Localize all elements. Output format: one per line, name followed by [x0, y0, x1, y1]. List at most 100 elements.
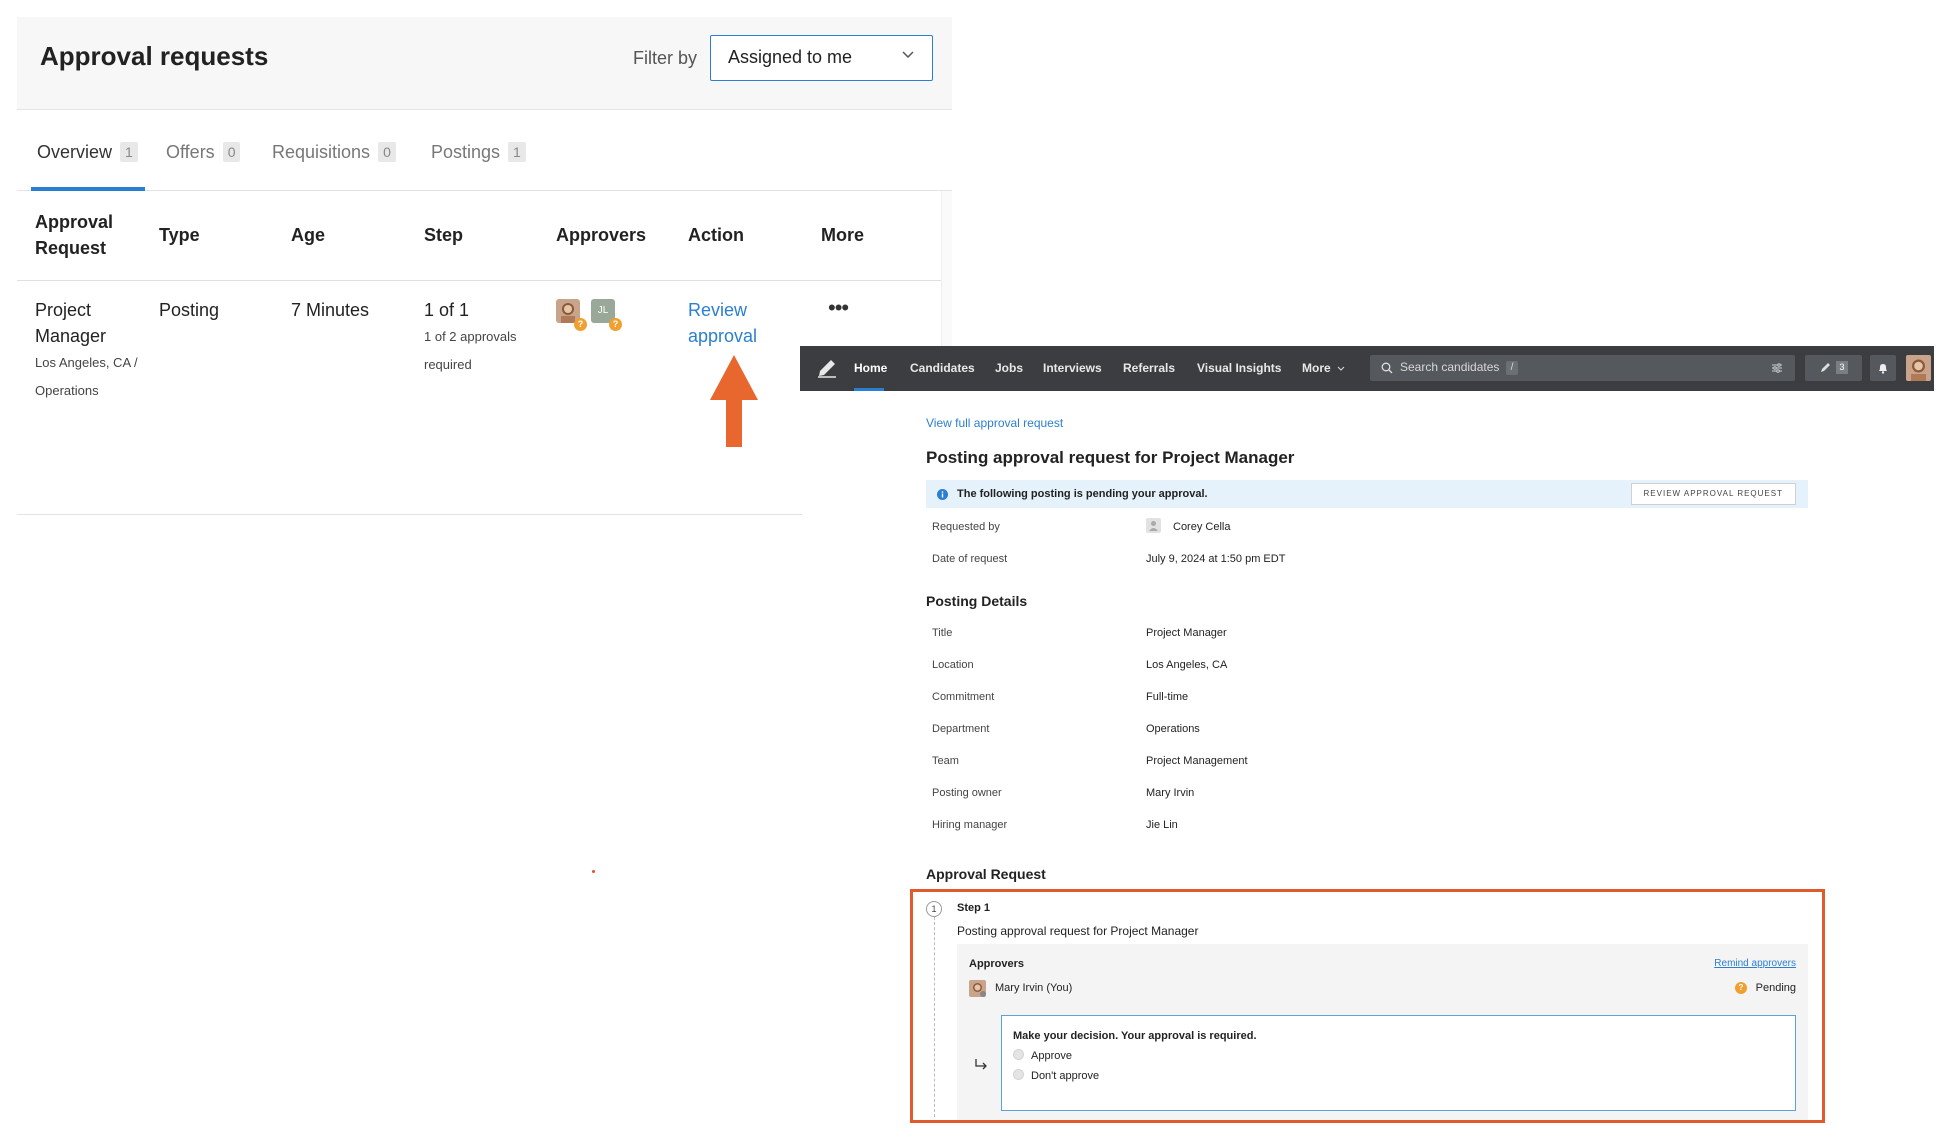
requested-by-label: Requested by	[932, 521, 1000, 533]
column-header-age[interactable]: Age	[291, 222, 325, 248]
detail-value: Jie Lin	[1146, 819, 1178, 831]
review-approval-link[interactable]: Review approval	[688, 297, 757, 349]
age-cell: 7 Minutes	[291, 300, 370, 320]
search-shortcut: /	[1506, 361, 1518, 375]
chevron-down-icon	[1337, 366, 1345, 371]
request-title: Manager	[35, 326, 107, 346]
detail-label: Hiring manager	[932, 819, 1008, 831]
step-subtext: 1 of 2 approvals	[424, 329, 517, 344]
detail-label: Posting owner	[932, 787, 1002, 799]
detail-label: Title	[932, 627, 953, 639]
tab-count: 0	[378, 142, 396, 162]
tab-label: Postings	[431, 142, 501, 162]
table-scrollbar[interactable]	[941, 191, 952, 367]
column-header-action[interactable]: Action	[688, 222, 744, 248]
posting-details-title: Posting Details	[926, 593, 1028, 609]
link-text: Review	[688, 300, 748, 320]
date-of-request-label: Date of request	[932, 553, 1008, 565]
filter-dropdown[interactable]: Assigned to me	[710, 35, 933, 81]
detail-label: Commitment	[932, 691, 995, 703]
page-title: Approval requests	[40, 41, 269, 71]
detail-label: Location	[932, 659, 974, 671]
stray-mark	[592, 870, 595, 873]
header-text: Request	[35, 238, 107, 258]
tab-requisitions[interactable]: Requisitions 0	[272, 110, 396, 192]
detail-value: Project Manager	[1146, 627, 1227, 639]
column-header-step[interactable]: Step	[424, 222, 463, 248]
divider	[17, 514, 802, 515]
detail-value: Full-time	[1146, 691, 1189, 703]
nav-home[interactable]: Home	[854, 346, 887, 391]
tab-postings[interactable]: Postings 1	[431, 110, 526, 192]
tab-label: Requisitions	[272, 142, 371, 162]
logo-icon[interactable]	[816, 357, 838, 379]
nav-referrals[interactable]: Referrals	[1123, 346, 1175, 391]
link-text: approval	[688, 326, 758, 346]
info-icon	[937, 489, 948, 500]
detail-value: Project Management	[1146, 755, 1248, 767]
column-header-type[interactable]: Type	[159, 222, 200, 248]
tab-count: 1	[508, 142, 526, 162]
nav-candidates[interactable]: Candidates	[910, 346, 975, 391]
request-department: Operations	[35, 383, 99, 398]
search-icon	[1381, 362, 1393, 374]
request-cell[interactable]: Project Manager Los Angeles, CA / Operat…	[35, 297, 138, 405]
approval-requests-header: Approval requests Filter by Assigned to …	[17, 17, 952, 109]
pending-badge: ?	[609, 318, 622, 331]
user-icon	[1149, 521, 1158, 531]
annotation-highlight-box	[910, 889, 1825, 1123]
requested-by-value[interactable]: Corey Cella	[1173, 521, 1230, 533]
request-title: Project	[35, 300, 92, 320]
detail-value: Operations	[1146, 723, 1200, 735]
approval-tabs: Overview 1 Offers 0 Requisitions 0 Postings…	[17, 109, 952, 191]
chevron-down-icon	[902, 51, 914, 59]
composite-screenshot: Approval requests Filter by Assigned to …	[0, 0, 1958, 1140]
notifications-button[interactable]	[1870, 355, 1896, 381]
bell-icon	[1879, 364, 1887, 374]
nav-more-label: More	[1302, 361, 1331, 375]
search-placeholder: Search candidates	[1400, 360, 1500, 374]
annotation-arrow-icon	[710, 355, 758, 447]
date-of-request-value: July 9, 2024 at 1:50 pm EDT	[1146, 553, 1286, 565]
approval-request-title: Approval Request	[926, 866, 1046, 882]
step-subtext: required	[424, 357, 472, 372]
table-header-row: Approval Request Type Age Step Approvers…	[17, 191, 952, 281]
more-options-icon[interactable]: •••	[828, 295, 849, 321]
filter-label: Filter by	[633, 48, 698, 68]
step-cell: 1 of 1 1 of 2 approvals required	[424, 297, 517, 379]
review-approval-request-button[interactable]: REVIEW APPROVAL REQUEST	[1630, 483, 1796, 505]
banner-text: The following posting is pending your ap…	[957, 488, 1208, 500]
tab-overview[interactable]: Overview 1	[37, 110, 138, 192]
nav-active-indicator	[854, 388, 884, 391]
tab-offers[interactable]: Offers 0	[166, 110, 241, 192]
user-avatar[interactable]	[1906, 355, 1931, 381]
filter-dropdown-value: Assigned to me	[728, 47, 853, 67]
header-text: Approval	[35, 212, 114, 232]
filter-sliders-icon[interactable]	[1771, 362, 1783, 374]
detail-label: Department	[932, 723, 990, 735]
detail-label: Team	[932, 755, 959, 767]
nav-visual-insights[interactable]: Visual Insights	[1197, 346, 1281, 391]
detail-value: Mary Irvin	[1146, 787, 1195, 799]
column-header-request[interactable]: Approval Request	[35, 209, 113, 261]
tab-label: Overview	[37, 142, 113, 162]
nav-interviews[interactable]: Interviews	[1043, 346, 1102, 391]
column-header-more[interactable]: More	[821, 222, 864, 248]
search-input[interactable]: Search candidates /	[1370, 355, 1795, 381]
tab-label: Offers	[166, 142, 215, 162]
detail-title: Posting approval request for Project Man…	[926, 448, 1295, 467]
drafts-button[interactable]: 3	[1805, 355, 1862, 381]
pencil-icon	[1821, 363, 1830, 372]
pending-banner: The following posting is pending your ap…	[926, 480, 1808, 508]
drafts-count: 3	[1836, 361, 1848, 374]
nav-jobs[interactable]: Jobs	[995, 346, 1023, 391]
requester-avatar	[1146, 518, 1161, 533]
type-cell: Posting	[159, 300, 220, 320]
step-value: 1 of 1	[424, 300, 470, 320]
pending-badge: ?	[574, 318, 587, 331]
view-full-approval-link[interactable]: View full approval request	[926, 416, 1063, 430]
column-header-approvers[interactable]: Approvers	[556, 222, 646, 248]
tab-count: 0	[222, 142, 241, 162]
request-location: Los Angeles, CA /	[35, 355, 138, 370]
nav-more[interactable]: More	[1302, 346, 1345, 391]
